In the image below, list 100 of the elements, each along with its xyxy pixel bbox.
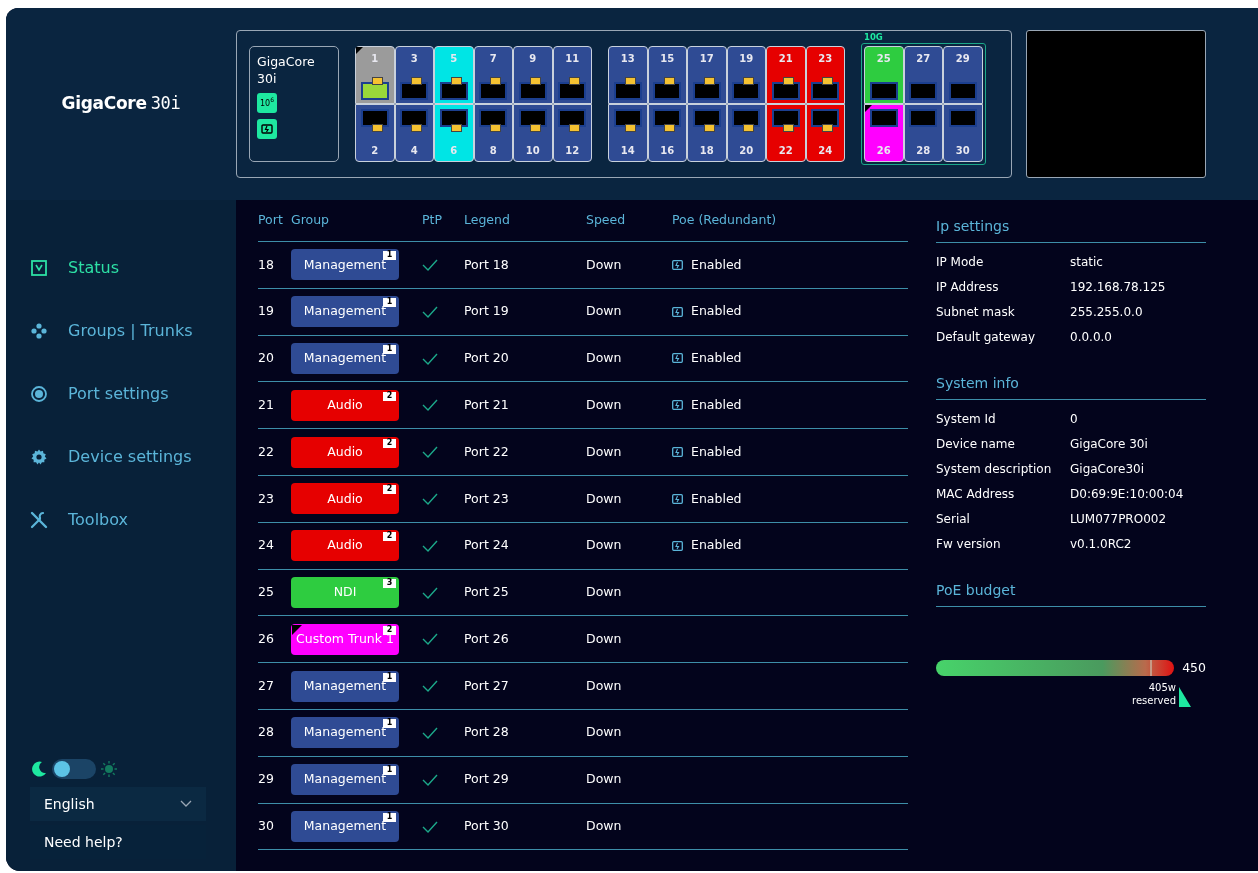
nav-item[interactable]: Device settings bbox=[30, 425, 212, 488]
info-label: Subnet mask bbox=[936, 303, 1016, 321]
settings-icon bbox=[30, 447, 48, 466]
legend-text: Port 29 bbox=[464, 770, 510, 789]
port-number: 22 bbox=[258, 442, 275, 461]
poe-status: Enabled bbox=[691, 302, 742, 321]
port-number: 21 bbox=[258, 395, 275, 414]
info-label: Serial bbox=[936, 510, 971, 528]
nav-item[interactable]: Toolbox bbox=[30, 488, 212, 551]
column-header: Group bbox=[291, 211, 331, 230]
column-header: PtP bbox=[422, 211, 443, 230]
port[interactable]: 13 bbox=[608, 46, 648, 104]
legend-text: Port 27 bbox=[464, 676, 510, 695]
nav-item[interactable]: Groups | Trunks bbox=[30, 299, 212, 362]
port-number: 28 bbox=[258, 723, 275, 742]
poe-status: Enabled bbox=[691, 395, 742, 414]
port[interactable]: 12 bbox=[552, 104, 592, 162]
poe-badge bbox=[257, 119, 277, 139]
theme-switch[interactable] bbox=[52, 759, 96, 779]
group-tag[interactable]: Audio 2 bbox=[291, 483, 399, 515]
port[interactable]: 27 bbox=[903, 46, 943, 104]
nav-item[interactable]: Port settings bbox=[30, 362, 212, 425]
poe-icon bbox=[672, 540, 683, 551]
port[interactable]: 10 bbox=[513, 104, 553, 162]
speed-text: Down bbox=[586, 629, 623, 648]
speed-text: Down bbox=[586, 442, 623, 461]
port[interactable]: 14 bbox=[608, 104, 648, 162]
poe-icon bbox=[672, 353, 683, 364]
speed-text: Down bbox=[586, 536, 623, 555]
port[interactable]: 21 bbox=[766, 46, 806, 104]
speed-text: Down bbox=[586, 723, 623, 742]
legend-text: Port 28 bbox=[464, 723, 510, 742]
reserve-marker bbox=[1179, 686, 1191, 707]
port[interactable]: 18 bbox=[687, 104, 727, 162]
poe-status: Enabled bbox=[691, 536, 742, 555]
info-label: System Id bbox=[936, 410, 997, 428]
port[interactable]: 19 bbox=[726, 46, 766, 104]
info-label: MAC Address bbox=[936, 485, 1016, 503]
group-tag[interactable]: NDI 3 bbox=[291, 576, 399, 608]
column-header: Legend bbox=[464, 211, 511, 230]
port[interactable]: 29 bbox=[943, 46, 983, 104]
port[interactable]: 16 bbox=[647, 104, 687, 162]
port[interactable]: 22 bbox=[766, 104, 806, 162]
port-number: 23 bbox=[258, 489, 275, 508]
column-header: Port bbox=[258, 211, 284, 230]
port[interactable]: 3 bbox=[394, 46, 434, 104]
speed-text: Down bbox=[586, 395, 623, 414]
port[interactable]: 2 bbox=[355, 104, 395, 162]
speed-text: Down bbox=[586, 583, 623, 602]
info-value: 0.0.0.0 bbox=[1070, 328, 1113, 346]
speed-text: Down bbox=[586, 255, 623, 274]
port-number: 27 bbox=[258, 676, 275, 695]
legend-text: Port 19 bbox=[464, 302, 510, 321]
speed-badge: 10$^{6}$ bbox=[257, 93, 277, 113]
nav-item[interactable]: Status bbox=[30, 236, 212, 299]
group-tag[interactable]: Audio 2 bbox=[291, 530, 399, 562]
group-tag[interactable]: Audio 2 bbox=[291, 389, 399, 421]
legend-text: Port 30 bbox=[464, 817, 510, 836]
port[interactable]: 28 bbox=[903, 104, 943, 162]
info-label: IP Address bbox=[936, 278, 1000, 296]
group-tag[interactable]: Audio 2 bbox=[291, 436, 399, 468]
info-value: 192.168.78.125 bbox=[1070, 278, 1167, 296]
port[interactable]: 24 bbox=[805, 104, 845, 162]
port[interactable]: 8 bbox=[473, 104, 513, 162]
tools-icon bbox=[30, 510, 48, 529]
port[interactable]: 9 bbox=[513, 46, 553, 104]
status-icon bbox=[30, 258, 48, 277]
device-model: 30i bbox=[257, 70, 278, 87]
port[interactable]: 20 bbox=[726, 104, 766, 162]
poe-icon bbox=[672, 447, 683, 458]
port[interactable]: 11 bbox=[552, 46, 592, 104]
port-number: 20 bbox=[258, 349, 275, 368]
info-value: GigaCore 30i bbox=[1070, 435, 1149, 453]
reserved-label: reserved bbox=[1132, 693, 1176, 707]
poe-status: Enabled bbox=[691, 489, 742, 508]
port-number: 29 bbox=[258, 770, 275, 789]
moon-icon bbox=[30, 760, 48, 778]
target-icon bbox=[30, 384, 48, 403]
port[interactable]: 15 bbox=[647, 46, 687, 104]
port[interactable]: 7 bbox=[473, 46, 513, 104]
info-value: static bbox=[1070, 253, 1104, 271]
legend-text: Port 20 bbox=[464, 349, 510, 368]
port[interactable]: 23 bbox=[805, 46, 845, 104]
speed-text: Down bbox=[586, 302, 623, 321]
port-number: 18 bbox=[258, 255, 275, 274]
budget-max: 450 bbox=[1182, 659, 1206, 677]
legend-text: Port 25 bbox=[464, 583, 510, 602]
port-number: 26 bbox=[258, 629, 275, 648]
speed-text: Down bbox=[586, 349, 623, 368]
device-name: GigaCore bbox=[257, 53, 316, 70]
port[interactable]: 4 bbox=[394, 104, 434, 162]
language-select[interactable]: English bbox=[30, 787, 206, 821]
info-value: v0.1.0RC2 bbox=[1070, 535, 1133, 553]
port[interactable]: 17 bbox=[687, 46, 727, 104]
legend-text: Port 26 bbox=[464, 629, 510, 648]
info-value: 255.255.0.0 bbox=[1070, 303, 1144, 321]
legend-text: Port 18 bbox=[464, 255, 510, 274]
speed-text: Down bbox=[586, 817, 623, 836]
port[interactable]: 30 bbox=[943, 104, 983, 162]
legend-text: Port 21 bbox=[464, 395, 510, 414]
